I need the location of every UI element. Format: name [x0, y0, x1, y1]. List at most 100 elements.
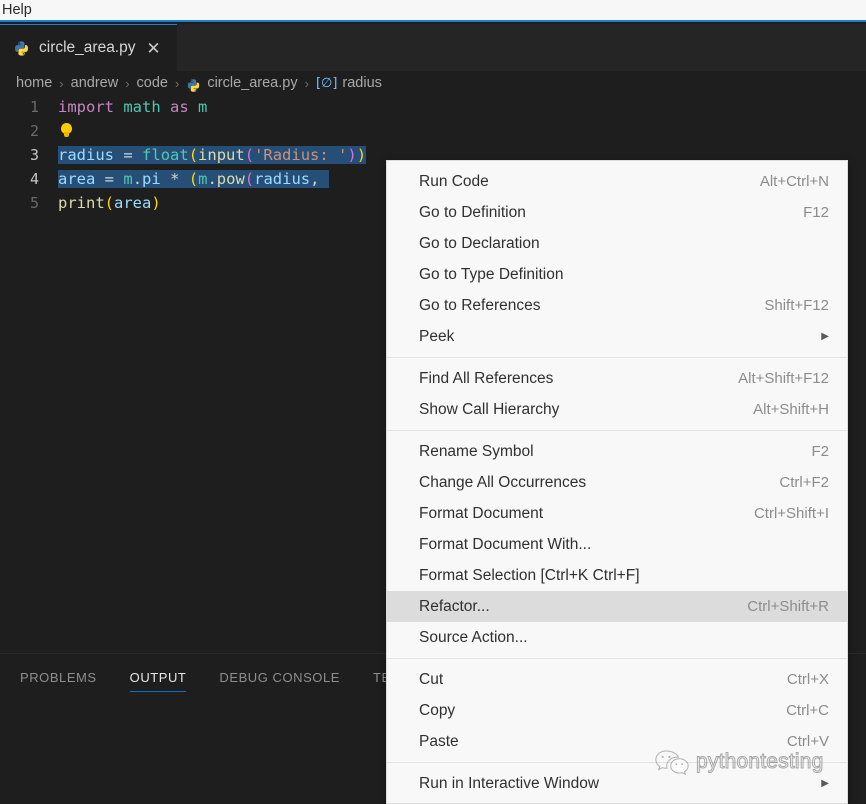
breadcrumb-item-code[interactable]: code [137, 75, 168, 91]
editor-tab-circle-area[interactable]: circle_area.py ✕ [0, 24, 177, 71]
vscode-window: Help circle_area.py ✕ home › andrew › co… [0, 0, 866, 804]
code-line-1: 1 import math as m [0, 95, 866, 119]
menu-item-shortcut: F2 [811, 443, 829, 460]
menu-item-label: Go to Type Definition [419, 265, 564, 283]
close-icon[interactable]: ✕ [146, 40, 162, 57]
token-operator: = [123, 146, 133, 164]
token-operator: * [170, 170, 180, 188]
token-paren: ( [104, 194, 115, 212]
token-fn-float: float [142, 146, 189, 164]
menu-separator [387, 357, 847, 358]
menu-item-source-action[interactable]: Source Action... [387, 622, 847, 653]
panel-tab-output[interactable]: OUTPUT [129, 654, 187, 700]
menu-item-label: Run Code [419, 172, 489, 190]
menu-item-shortcut: Shift+F12 [764, 297, 829, 314]
menu-item-paste[interactable]: Paste Ctrl+V [387, 726, 847, 757]
menu-item-label: Go to References [419, 296, 541, 314]
editor-tab-bar: circle_area.py ✕ [0, 24, 866, 71]
token-attr-pi: pi [142, 170, 161, 188]
menu-item-format-document-with[interactable]: Format Document With... [387, 529, 847, 560]
menu-item-change-all-occurrences[interactable]: Change All Occurrences Ctrl+F2 [387, 467, 847, 498]
menu-item-show-call-hierarchy[interactable]: Show Call Hierarchy Alt+Shift+H [387, 394, 847, 425]
lightbulb-icon[interactable] [60, 122, 73, 140]
menu-item-label: Find All References [419, 369, 554, 387]
menu-item-label: Go to Definition [419, 203, 526, 221]
menu-item-shortcut: Alt+Ctrl+N [759, 173, 829, 190]
breadcrumb-item-symbol[interactable]: radius [342, 75, 382, 91]
token-paren: ) [347, 146, 357, 164]
menu-bar: Help [0, 0, 866, 22]
menu-item-label: Source Action... [419, 628, 528, 646]
menu-item-label: Format Document With... [419, 535, 592, 553]
token-keyword-import: import [58, 98, 114, 116]
code-line-2: 2 [0, 119, 866, 143]
code-text: import math as m [58, 95, 866, 119]
menu-item-shortcut: Ctrl+V [786, 733, 829, 750]
menu-item-label: Refactor... [419, 597, 490, 615]
breadcrumb-item-andrew[interactable]: andrew [71, 75, 119, 91]
menu-item-run-in-interactive-window[interactable]: Run in Interactive Window ▶ [387, 768, 847, 799]
breadcrumb-item-home[interactable]: home [16, 75, 52, 91]
menu-item-go-to-definition[interactable]: Go to Definition F12 [387, 197, 847, 228]
menu-item-cut[interactable]: Cut Ctrl+X [387, 664, 847, 695]
submenu-arrow-icon: ▶ [821, 330, 829, 342]
menu-item-go-to-type-definition[interactable]: Go to Type Definition [387, 259, 847, 290]
chevron-right-icon: › [125, 75, 130, 91]
menu-item-go-to-declaration[interactable]: Go to Declaration [387, 228, 847, 259]
chevron-right-icon: › [304, 75, 309, 91]
menu-item-shortcut: Ctrl+C [786, 702, 829, 719]
line-number: 3 [29, 146, 39, 164]
editor-tab-label: circle_area.py [39, 39, 136, 56]
token-dot: . [207, 170, 217, 188]
token-paren: ( [244, 170, 255, 188]
menu-item-copy[interactable]: Copy Ctrl+C [387, 695, 847, 726]
menu-item-run-code[interactable]: Run Code Alt+Ctrl+N [387, 166, 847, 197]
code-text [58, 119, 866, 143]
token-fn-print: print [58, 194, 105, 212]
menu-separator [387, 430, 847, 431]
menu-item-go-to-references[interactable]: Go to References Shift+F12 [387, 290, 847, 321]
chevron-right-icon: › [174, 75, 180, 91]
token-var-radius: radius [254, 170, 311, 188]
menu-item-label: Peek [419, 327, 455, 345]
menu-item-shortcut: Alt+Shift+F12 [738, 370, 829, 387]
token-paren: ( [188, 146, 199, 164]
menu-item-shortcut: F12 [803, 204, 829, 221]
menu-item-label: Cut [419, 670, 444, 688]
python-icon [186, 78, 201, 93]
python-icon [13, 40, 30, 57]
menu-item-label: Run in Interactive Window [419, 774, 600, 792]
menu-separator [387, 762, 847, 763]
menu-item-rename-symbol[interactable]: Rename Symbol F2 [387, 436, 847, 467]
token-fn-pow: pow [216, 170, 245, 188]
menu-item-shortcut: Ctrl+Shift+I [753, 505, 829, 522]
menu-item-find-all-references[interactable]: Find All References Alt+Shift+F12 [387, 363, 847, 394]
token-fn-input: input [198, 146, 245, 164]
menu-item-label: Show Call Hierarchy [419, 400, 560, 418]
menu-item-peek[interactable]: Peek ▶ [387, 321, 847, 352]
token-paren: ( [244, 146, 255, 164]
menu-separator [387, 658, 847, 659]
line-number: 4 [29, 170, 39, 188]
breadcrumb-item-file[interactable]: circle_area.py [207, 75, 297, 91]
context-menu[interactable]: Run Code Alt+Ctrl+N Go to Definition F12 Go … [386, 160, 848, 804]
panel-tab-problems[interactable]: PROBLEMS [20, 654, 97, 700]
token-var-area: area [114, 194, 152, 212]
token-keyword-as: as [170, 98, 189, 116]
token-dot: . [132, 170, 143, 188]
token-module-math: math [123, 98, 161, 116]
panel-tab-debug-console[interactable]: DEBUG CONSOLE [219, 654, 340, 700]
menu-item-shortcut: Ctrl+F2 [779, 474, 829, 491]
menu-bar-item-help[interactable]: Help [0, 0, 38, 20]
variable-icon: [∅] [315, 75, 338, 91]
token-paren: ) [356, 146, 367, 164]
submenu-arrow-icon: ▶ [821, 777, 829, 789]
menu-item-shortcut: Ctrl+X [786, 671, 829, 688]
token-string: 'Radius: ' [254, 146, 348, 164]
menu-item-label: Format Selection [Ctrl+K Ctrl+F] [419, 566, 640, 584]
menu-item-refactor[interactable]: Refactor... Ctrl+Shift+R [387, 591, 847, 622]
line-number: 5 [29, 194, 39, 212]
menu-item-format-document[interactable]: Format Document Ctrl+Shift+I [387, 498, 847, 529]
token-paren: ) [151, 194, 161, 212]
menu-item-format-selection-ctrl-k-ctrl-f[interactable]: Format Selection [Ctrl+K Ctrl+F] [387, 560, 847, 591]
